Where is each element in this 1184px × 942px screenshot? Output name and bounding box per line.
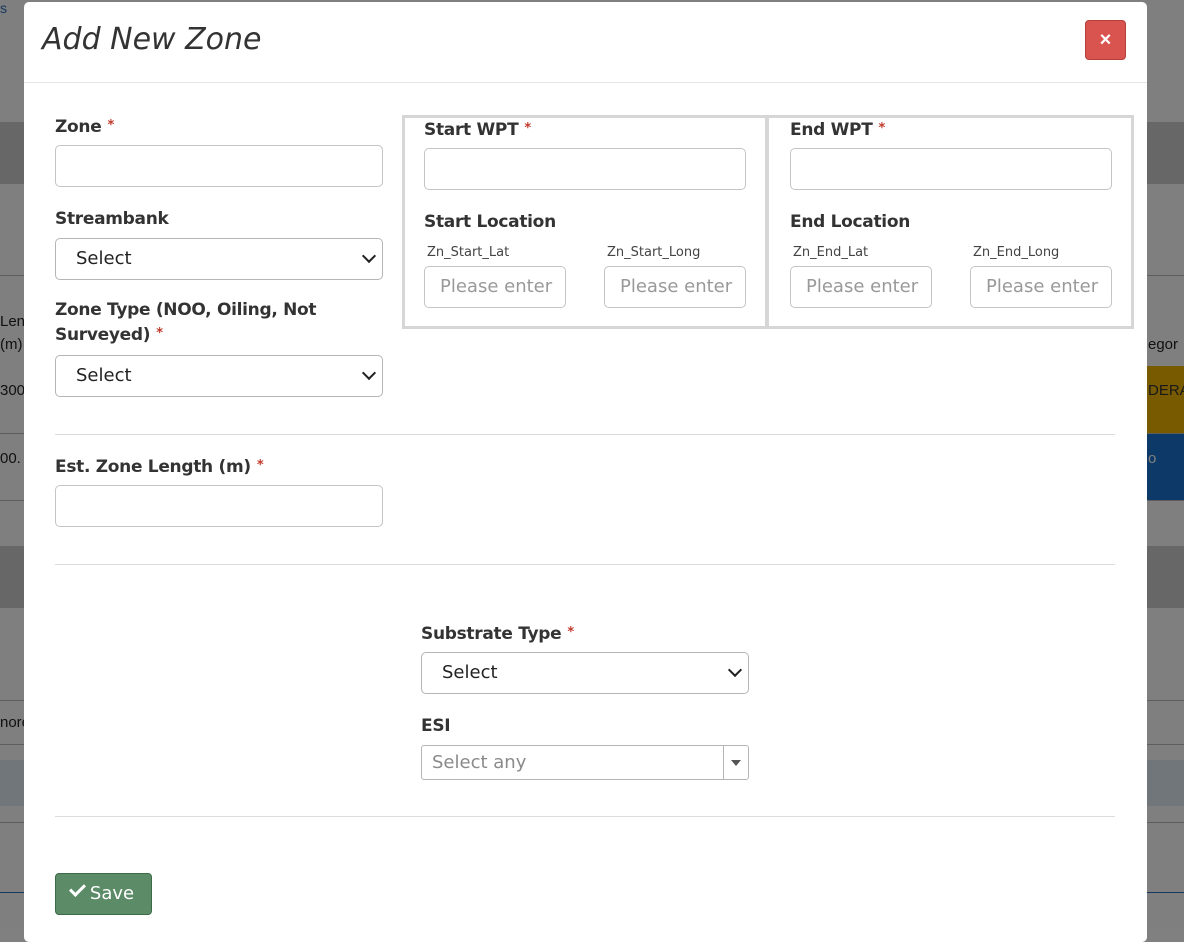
end-lat-label: Zn_End_Lat	[793, 245, 869, 260]
zone-label-text: Zone	[55, 117, 102, 137]
required-marker: *	[878, 121, 886, 136]
end-long-input[interactable]: Please enter	[970, 266, 1112, 308]
substrate-type-select[interactable]: Select	[421, 652, 749, 694]
section-divider	[55, 816, 1115, 817]
esi-multiselect[interactable]: Select any	[421, 745, 749, 780]
end-location-label: End Location	[790, 212, 910, 232]
section-divider	[55, 434, 1115, 435]
modal-title: Add New Zone	[42, 22, 262, 57]
zone-label: Zone *	[55, 117, 114, 137]
est-length-label: Est. Zone Length (m) *	[55, 457, 264, 477]
zone-input[interactable]	[55, 145, 383, 187]
substrate-type-label: Substrate Type *	[421, 624, 574, 644]
start-lat-input[interactable]: Please enter	[424, 266, 566, 308]
zone-type-label-text: Zone Type (NOO, Oiling, Not Surveyed)	[55, 300, 317, 345]
caret-down-icon	[731, 760, 741, 766]
save-button-label: Save	[89, 883, 135, 904]
modal-header: Add New Zone ×	[24, 2, 1147, 83]
start-wpt-label-text: Start WPT	[424, 120, 519, 140]
required-marker: *	[567, 625, 574, 640]
end-wpt-label-text: End WPT	[790, 120, 873, 140]
end-long-label: Zn_End_Long	[973, 245, 1060, 260]
end-wpt-input[interactable]	[790, 148, 1112, 190]
est-length-label-text: Est. Zone Length (m)	[55, 457, 251, 477]
start-wpt-label: Start WPT *	[424, 120, 531, 140]
chevron-down-icon	[361, 365, 377, 381]
substrate-type-label-text: Substrate Type	[421, 624, 562, 644]
required-marker: *	[107, 118, 114, 133]
streambank-select[interactable]: Select	[55, 238, 383, 280]
end-lat-input[interactable]: Please enter	[790, 266, 932, 308]
start-lat-label: Zn_Start_Lat	[427, 245, 510, 260]
zone-type-select[interactable]: Select	[55, 355, 383, 397]
chevron-down-icon	[361, 248, 377, 264]
zone-type-selected: Select	[76, 365, 132, 386]
required-marker: *	[524, 121, 531, 136]
esi-label: ESI	[421, 716, 451, 736]
streambank-label: Streambank	[55, 209, 169, 229]
required-marker: *	[256, 458, 264, 473]
substrate-type-selected: Select	[442, 662, 498, 683]
streambank-selected: Select	[76, 248, 132, 269]
end-wpt-label: End WPT *	[790, 120, 885, 140]
esi-dropdown-toggle[interactable]	[723, 746, 748, 779]
start-long-label: Zn_Start_Long	[607, 245, 701, 260]
start-wpt-input[interactable]	[424, 148, 746, 190]
close-button[interactable]: ×	[1085, 20, 1126, 60]
check-icon	[68, 880, 86, 897]
chevron-down-icon	[727, 662, 743, 678]
section-divider	[55, 564, 1115, 565]
add-zone-modal: Add New Zone × Zone * Streambank Select Z…	[24, 2, 1147, 942]
start-location-label: Start Location	[424, 212, 556, 232]
esi-placeholder: Select any	[432, 752, 527, 773]
required-marker: *	[156, 326, 163, 341]
start-long-input[interactable]: Please enter	[604, 266, 746, 308]
est-length-input[interactable]	[55, 485, 383, 527]
zone-type-label: Zone Type (NOO, Oiling, Not Surveyed) *	[55, 298, 355, 349]
save-button[interactable]: Save	[55, 873, 152, 915]
